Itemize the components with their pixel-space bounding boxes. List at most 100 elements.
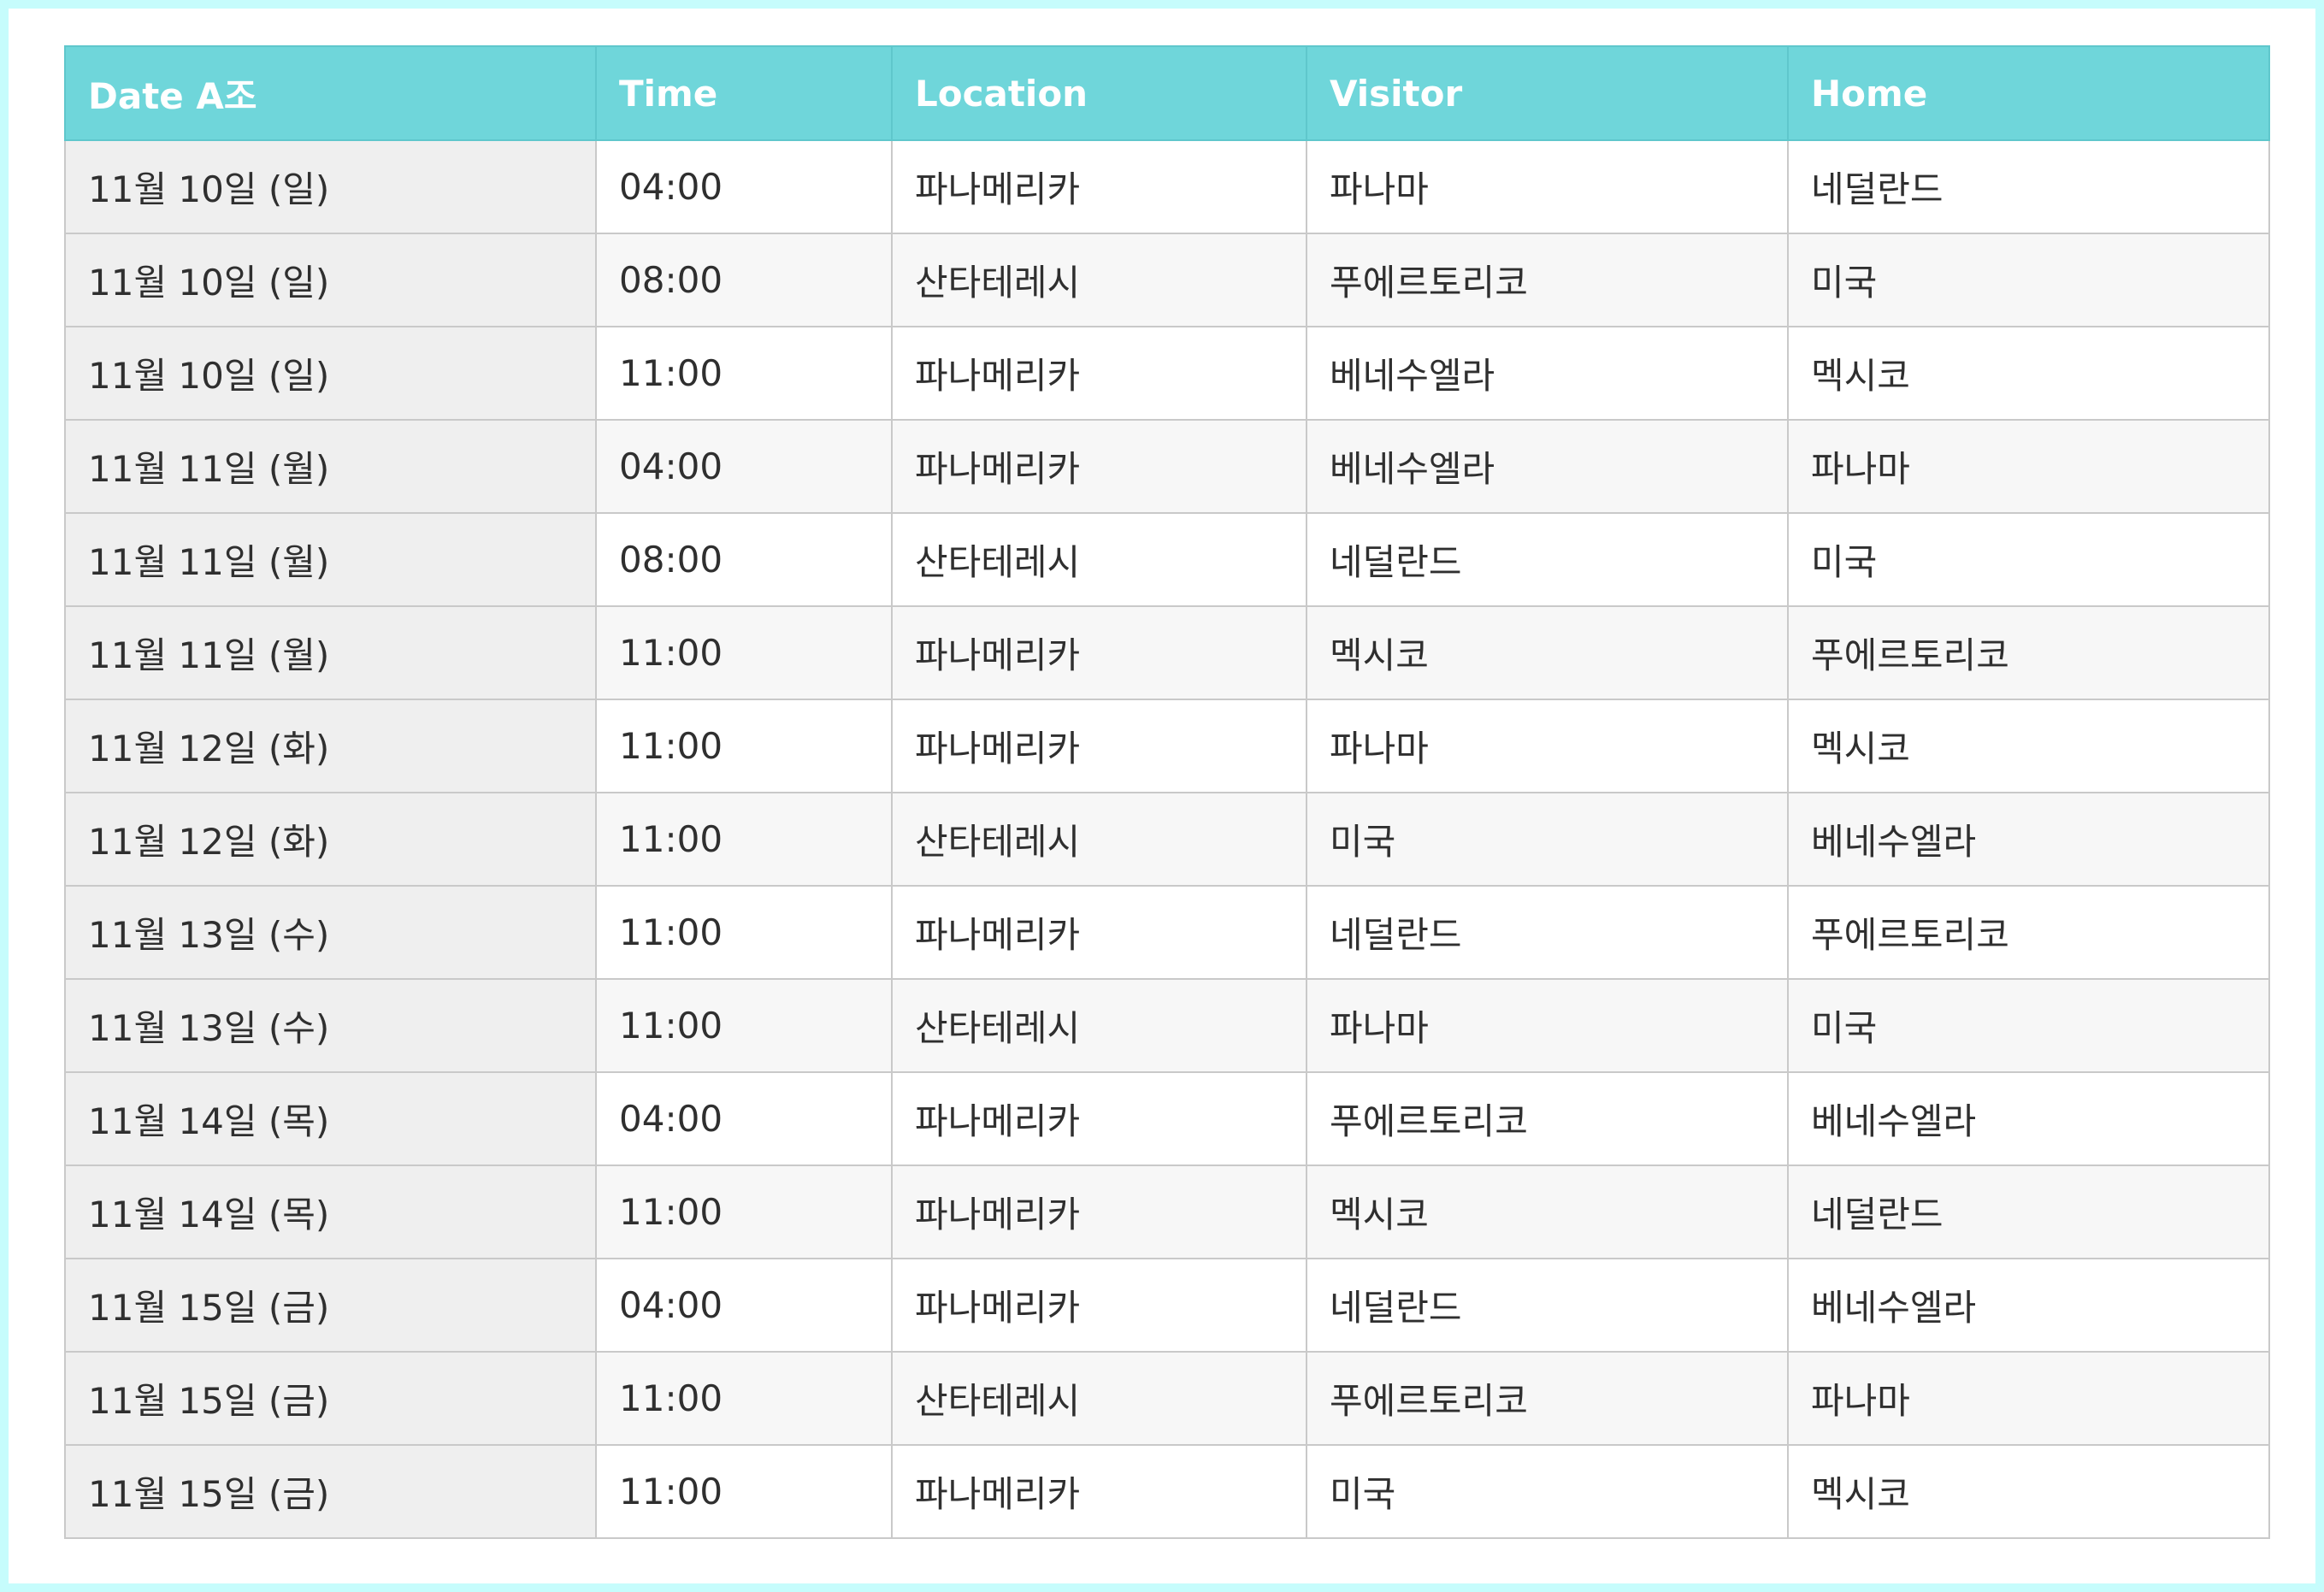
date-cell: 11월 10일 (일) — [64, 326, 597, 421]
visitor-cell: 미국 — [1306, 1444, 1789, 1539]
date-cell: 11월 14일 (목) — [64, 1071, 597, 1166]
date-cell: 11월 13일 (수) — [64, 978, 597, 1073]
table-row: 11월 12일 (화) 11:00 산타테레시 미국 베네수엘라 — [64, 792, 2270, 887]
time-cell: 11:00 — [595, 1444, 893, 1539]
table-row: 11월 11일 (월) 08:00 산타테레시 네덜란드 미국 — [64, 512, 2270, 607]
table-row: 11월 15일 (금) 11:00 파나메리카 미국 멕시코 — [64, 1444, 2270, 1539]
table-row: 11월 15일 (금) 04:00 파나메리카 네덜란드 베네수엘라 — [64, 1258, 2270, 1353]
location-cell: 파나메리카 — [891, 1444, 1307, 1539]
visitor-cell: 푸에르토리코 — [1306, 1351, 1789, 1446]
location-cell: 파나메리카 — [891, 139, 1307, 234]
date-cell: 11월 12일 (화) — [64, 699, 597, 793]
location-cell: 파나메리카 — [891, 419, 1307, 514]
visitor-cell: 네덜란드 — [1306, 885, 1789, 980]
table-row: 11월 11일 (월) 04:00 파나메리카 베네수엘라 파나마 — [64, 419, 2270, 514]
date-cell: 11월 15일 (금) — [64, 1351, 597, 1446]
visitor-cell: 푸에르토리코 — [1306, 1071, 1789, 1166]
visitor-cell: 멕시코 — [1306, 605, 1789, 700]
location-cell: 산타테레시 — [891, 233, 1307, 327]
date-cell: 11월 14일 (목) — [64, 1165, 597, 1259]
home-cell: 파나마 — [1787, 419, 2270, 514]
home-cell: 파나마 — [1787, 1351, 2270, 1446]
column-header-time: Time — [595, 45, 893, 141]
location-cell: 파나메리카 — [891, 1165, 1307, 1259]
header-row: Date A조 Time Location Visitor Home — [64, 45, 2270, 141]
table-header: Date A조 Time Location Visitor Home — [64, 45, 2270, 141]
table-row: 11월 10일 (일) 04:00 파나메리카 파나마 네덜란드 — [64, 139, 2270, 234]
schedule-table: Date A조 Time Location Visitor Home 11월 1… — [64, 45, 2270, 1539]
time-cell: 11:00 — [595, 1165, 893, 1259]
location-cell: 파나메리카 — [891, 699, 1307, 793]
time-cell: 04:00 — [595, 1258, 893, 1353]
time-cell: 11:00 — [595, 605, 893, 700]
time-cell: 04:00 — [595, 419, 893, 514]
visitor-cell: 파나마 — [1306, 139, 1789, 234]
table-row: 11월 10일 (일) 08:00 산타테레시 푸에르토리코 미국 — [64, 233, 2270, 327]
location-cell: 파나메리카 — [891, 885, 1307, 980]
location-cell: 파나메리카 — [891, 1071, 1307, 1166]
location-cell: 산타테레시 — [891, 978, 1307, 1073]
home-cell: 멕시코 — [1787, 1444, 2270, 1539]
location-cell: 파나메리카 — [891, 326, 1307, 421]
visitor-cell: 네덜란드 — [1306, 512, 1789, 607]
column-header-visitor: Visitor — [1306, 45, 1789, 141]
home-cell: 미국 — [1787, 233, 2270, 327]
home-cell: 푸에르토리코 — [1787, 885, 2270, 980]
table-body: 11월 10일 (일) 04:00 파나메리카 파나마 네덜란드 11월 10일 (일) 0… — [64, 139, 2270, 1539]
home-cell: 네덜란드 — [1787, 139, 2270, 234]
date-cell: 11월 13일 (수) — [64, 885, 597, 980]
home-cell: 멕시코 — [1787, 326, 2270, 421]
visitor-cell: 파나마 — [1306, 699, 1789, 793]
location-cell: 파나메리카 — [891, 605, 1307, 700]
time-cell: 11:00 — [595, 792, 893, 887]
time-cell: 04:00 — [595, 139, 893, 234]
date-cell: 11월 11일 (월) — [64, 605, 597, 700]
date-cell: 11월 15일 (금) — [64, 1444, 597, 1539]
visitor-cell: 파나마 — [1306, 978, 1789, 1073]
table-row: 11월 13일 (수) 11:00 산타테레시 파나마 미국 — [64, 978, 2270, 1073]
time-cell: 11:00 — [595, 978, 893, 1073]
home-cell: 푸에르토리코 — [1787, 605, 2270, 700]
visitor-cell: 베네수엘라 — [1306, 419, 1789, 514]
location-cell: 산타테레시 — [891, 512, 1307, 607]
time-cell: 08:00 — [595, 233, 893, 327]
column-header-date: Date A조 — [64, 45, 597, 141]
column-header-home: Home — [1787, 45, 2270, 141]
date-cell: 11월 12일 (화) — [64, 792, 597, 887]
table-row: 11월 11일 (월) 11:00 파나메리카 멕시코 푸에르토리코 — [64, 605, 2270, 700]
date-cell: 11월 11일 (월) — [64, 419, 597, 514]
home-cell: 베네수엘라 — [1787, 1071, 2270, 1166]
location-cell: 산타테레시 — [891, 1351, 1307, 1446]
visitor-cell: 미국 — [1306, 792, 1789, 887]
time-cell: 04:00 — [595, 1071, 893, 1166]
home-cell: 멕시코 — [1787, 699, 2270, 793]
table-row: 11월 12일 (화) 11:00 파나메리카 파나마 멕시코 — [64, 699, 2270, 793]
table-row: 11월 14일 (목) 04:00 파나메리카 푸에르토리코 베네수엘라 — [64, 1071, 2270, 1166]
home-cell: 미국 — [1787, 512, 2270, 607]
column-header-location: Location — [891, 45, 1307, 141]
table-row: 11월 14일 (목) 11:00 파나메리카 멕시코 네덜란드 — [64, 1165, 2270, 1259]
schedule-panel: Date A조 Time Location Visitor Home 11월 1… — [9, 9, 2315, 1583]
time-cell: 08:00 — [595, 512, 893, 607]
home-cell: 베네수엘라 — [1787, 792, 2270, 887]
date-cell: 11월 10일 (일) — [64, 233, 597, 327]
visitor-cell: 멕시코 — [1306, 1165, 1789, 1259]
visitor-cell: 푸에르토리코 — [1306, 233, 1789, 327]
home-cell: 미국 — [1787, 978, 2270, 1073]
table-row: 11월 13일 (수) 11:00 파나메리카 네덜란드 푸에르토리코 — [64, 885, 2270, 980]
location-cell: 산타테레시 — [891, 792, 1307, 887]
location-cell: 파나메리카 — [891, 1258, 1307, 1353]
visitor-cell: 베네수엘라 — [1306, 326, 1789, 421]
table-row: 11월 10일 (일) 11:00 파나메리카 베네수엘라 멕시코 — [64, 326, 2270, 421]
time-cell: 11:00 — [595, 699, 893, 793]
visitor-cell: 네덜란드 — [1306, 1258, 1789, 1353]
date-cell: 11월 15일 (금) — [64, 1258, 597, 1353]
date-cell: 11월 11일 (월) — [64, 512, 597, 607]
table-row: 11월 15일 (금) 11:00 산타테레시 푸에르토리코 파나마 — [64, 1351, 2270, 1446]
date-cell: 11월 10일 (일) — [64, 139, 597, 234]
home-cell: 네덜란드 — [1787, 1165, 2270, 1259]
home-cell: 베네수엘라 — [1787, 1258, 2270, 1353]
time-cell: 11:00 — [595, 326, 893, 421]
time-cell: 11:00 — [595, 1351, 893, 1446]
time-cell: 11:00 — [595, 885, 893, 980]
